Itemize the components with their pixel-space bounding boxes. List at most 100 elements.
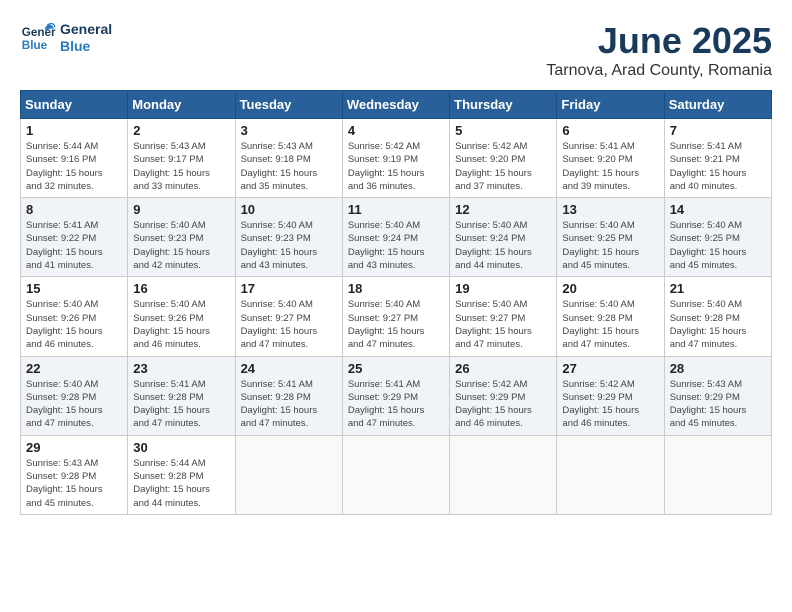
day-info: Sunrise: 5:41 AMSunset: 9:21 PMDaylight:…: [670, 140, 766, 193]
calendar-cell: 14 Sunrise: 5:40 AMSunset: 9:25 PMDayligh…: [664, 198, 771, 277]
month-title: June 2025: [546, 20, 772, 62]
calendar-cell: 11Sunrise: 5:40 AMSunset: 9:24 PMDayligh…: [342, 198, 449, 277]
day-number: 21: [670, 281, 766, 296]
calendar-cell: [664, 435, 771, 514]
weekday-header-sunday: Sunday: [21, 91, 128, 119]
calendar-cell: 27 Sunrise: 5:42 AMSunset: 9:29 PMDayligh…: [557, 356, 664, 435]
day-number: 29: [26, 440, 122, 455]
day-info: Sunrise: 5:40 AMSunset: 9:24 PMDaylight:…: [455, 219, 551, 272]
day-info: Sunrise: 5:41 AMSunset: 9:22 PMDaylight:…: [26, 219, 122, 272]
calendar-cell: 17 Sunrise: 5:40 AMSunset: 9:27 PMDayligh…: [235, 277, 342, 356]
calendar-cell: 12 Sunrise: 5:40 AMSunset: 9:24 PMDayligh…: [450, 198, 557, 277]
calendar-cell: 26 Sunrise: 5:42 AMSunset: 9:29 PMDayligh…: [450, 356, 557, 435]
calendar-cell: 16Sunrise: 5:40 AMSunset: 9:26 PMDayligh…: [128, 277, 235, 356]
day-info: Sunrise: 5:40 AMSunset: 9:28 PMDaylight:…: [670, 298, 766, 351]
day-number: 23: [133, 361, 229, 376]
day-info: Sunrise: 5:42 AMSunset: 9:29 PMDaylight:…: [562, 378, 658, 431]
day-info: Sunrise: 5:41 AMSunset: 9:28 PMDaylight:…: [133, 378, 229, 431]
calendar-cell: 22 Sunrise: 5:40 AMSunset: 9:28 PMDayligh…: [21, 356, 128, 435]
day-number: 26: [455, 361, 551, 376]
title-area: June 2025 Tarnova, Arad County, Romania: [546, 20, 772, 80]
day-number: 25: [348, 361, 444, 376]
day-info: Sunrise: 5:43 AMSunset: 9:29 PMDaylight:…: [670, 378, 766, 431]
calendar-cell: 1Sunrise: 5:44 AMSunset: 9:16 PMDaylight…: [21, 119, 128, 198]
calendar-cell: 25 Sunrise: 5:41 AMSunset: 9:29 PMDayligh…: [342, 356, 449, 435]
calendar-cell: [450, 435, 557, 514]
day-info: Sunrise: 5:40 AMSunset: 9:26 PMDaylight:…: [133, 298, 229, 351]
day-number: 12: [455, 202, 551, 217]
calendar-header: General Blue General Blue June 2025 Tarn…: [20, 20, 772, 80]
day-number: 2: [133, 123, 229, 138]
day-info: Sunrise: 5:40 AMSunset: 9:28 PMDaylight:…: [562, 298, 658, 351]
day-info: Sunrise: 5:41 AMSunset: 9:29 PMDaylight:…: [348, 378, 444, 431]
day-number: 1: [26, 123, 122, 138]
day-number: 20: [562, 281, 658, 296]
day-number: 10: [241, 202, 337, 217]
day-info: Sunrise: 5:41 AMSunset: 9:28 PMDaylight:…: [241, 378, 337, 431]
logo: General Blue General Blue: [20, 20, 112, 56]
location-title: Tarnova, Arad County, Romania: [546, 62, 772, 80]
calendar-cell: [342, 435, 449, 514]
day-info: Sunrise: 5:42 AMSunset: 9:19 PMDaylight:…: [348, 140, 444, 193]
day-number: 9: [133, 202, 229, 217]
day-number: 4: [348, 123, 444, 138]
day-number: 5: [455, 123, 551, 138]
svg-text:Blue: Blue: [22, 39, 48, 52]
day-number: 8: [26, 202, 122, 217]
calendar-cell: 10Sunrise: 5:40 AMSunset: 9:23 PMDayligh…: [235, 198, 342, 277]
weekday-header-friday: Friday: [557, 91, 664, 119]
calendar-cell: 6 Sunrise: 5:41 AMSunset: 9:20 PMDaylight…: [557, 119, 664, 198]
calendar-cell: 2 Sunrise: 5:43 AMSunset: 9:17 PMDaylight…: [128, 119, 235, 198]
calendar-cell: 18Sunrise: 5:40 AMSunset: 9:27 PMDayligh…: [342, 277, 449, 356]
calendar-cell: [235, 435, 342, 514]
weekday-header-thursday: Thursday: [450, 91, 557, 119]
day-info: Sunrise: 5:40 AMSunset: 9:24 PMDaylight:…: [348, 219, 444, 272]
day-number: 22: [26, 361, 122, 376]
logo-text-blue: Blue: [60, 38, 112, 55]
day-number: 24: [241, 361, 337, 376]
day-number: 7: [670, 123, 766, 138]
day-info: Sunrise: 5:44 AMSunset: 9:28 PMDaylight:…: [133, 457, 229, 510]
logo-text-general: General: [60, 21, 112, 38]
weekday-header-saturday: Saturday: [664, 91, 771, 119]
day-info: Sunrise: 5:42 AMSunset: 9:29 PMDaylight:…: [455, 378, 551, 431]
day-number: 3: [241, 123, 337, 138]
day-number: 19: [455, 281, 551, 296]
calendar-cell: 15Sunrise: 5:40 AMSunset: 9:26 PMDayligh…: [21, 277, 128, 356]
calendar-cell: 28Sunrise: 5:43 AMSunset: 9:29 PMDayligh…: [664, 356, 771, 435]
calendar-cell: 29 Sunrise: 5:43 AMSunset: 9:28 PMDayligh…: [21, 435, 128, 514]
calendar-cell: 30 Sunrise: 5:44 AMSunset: 9:28 PMDayligh…: [128, 435, 235, 514]
day-info: Sunrise: 5:42 AMSunset: 9:20 PMDaylight:…: [455, 140, 551, 193]
weekday-header-wednesday: Wednesday: [342, 91, 449, 119]
calendar-cell: 7 Sunrise: 5:41 AMSunset: 9:21 PMDaylight…: [664, 119, 771, 198]
day-info: Sunrise: 5:40 AMSunset: 9:27 PMDaylight:…: [241, 298, 337, 351]
day-info: Sunrise: 5:41 AMSunset: 9:20 PMDaylight:…: [562, 140, 658, 193]
weekday-header-row: SundayMondayTuesdayWednesdayThursdayFrid…: [21, 91, 772, 119]
calendar-cell: 24 Sunrise: 5:41 AMSunset: 9:28 PMDayligh…: [235, 356, 342, 435]
calendar-cell: [557, 435, 664, 514]
day-info: Sunrise: 5:40 AMSunset: 9:28 PMDaylight:…: [26, 378, 122, 431]
calendar-cell: 8 Sunrise: 5:41 AMSunset: 9:22 PMDaylight…: [21, 198, 128, 277]
week-row-2: 8 Sunrise: 5:41 AMSunset: 9:22 PMDaylight…: [21, 198, 772, 277]
day-info: Sunrise: 5:40 AMSunset: 9:25 PMDaylight:…: [670, 219, 766, 272]
day-number: 17: [241, 281, 337, 296]
calendar-cell: 3Sunrise: 5:43 AMSunset: 9:18 PMDaylight…: [235, 119, 342, 198]
day-info: Sunrise: 5:43 AMSunset: 9:17 PMDaylight:…: [133, 140, 229, 193]
calendar-cell: 13Sunrise: 5:40 AMSunset: 9:25 PMDayligh…: [557, 198, 664, 277]
day-number: 14: [670, 202, 766, 217]
day-info: Sunrise: 5:40 AMSunset: 9:27 PMDaylight:…: [455, 298, 551, 351]
weekday-header-tuesday: Tuesday: [235, 91, 342, 119]
calendar-cell: 23 Sunrise: 5:41 AMSunset: 9:28 PMDayligh…: [128, 356, 235, 435]
day-number: 30: [133, 440, 229, 455]
day-number: 6: [562, 123, 658, 138]
logo-icon: General Blue: [20, 20, 56, 56]
day-info: Sunrise: 5:43 AMSunset: 9:28 PMDaylight:…: [26, 457, 122, 510]
day-info: Sunrise: 5:40 AMSunset: 9:26 PMDaylight:…: [26, 298, 122, 351]
calendar-table: SundayMondayTuesdayWednesdayThursdayFrid…: [20, 90, 772, 515]
week-row-3: 15Sunrise: 5:40 AMSunset: 9:26 PMDayligh…: [21, 277, 772, 356]
weekday-header-monday: Monday: [128, 91, 235, 119]
calendar-cell: 9Sunrise: 5:40 AMSunset: 9:23 PMDaylight…: [128, 198, 235, 277]
day-info: Sunrise: 5:40 AMSunset: 9:25 PMDaylight:…: [562, 219, 658, 272]
week-row-4: 22 Sunrise: 5:40 AMSunset: 9:28 PMDayligh…: [21, 356, 772, 435]
day-number: 27: [562, 361, 658, 376]
